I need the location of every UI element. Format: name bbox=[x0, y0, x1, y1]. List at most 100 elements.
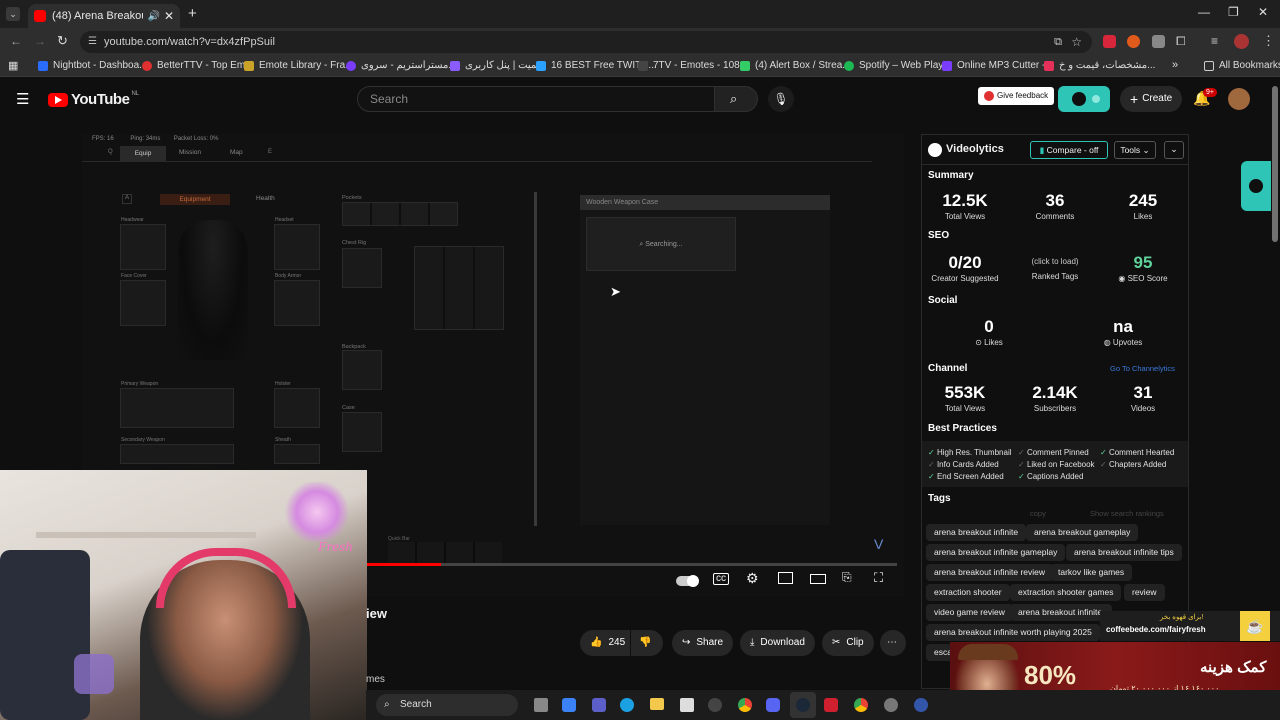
bookmark-item[interactable]: BetterTTV - Top Em... bbox=[142, 60, 254, 71]
account-avatar[interactable] bbox=[1228, 88, 1250, 110]
download-button[interactable]: ⤓ Download bbox=[740, 630, 815, 656]
fullscreen-icon[interactable]: ⛶ bbox=[874, 570, 883, 586]
extension-icon-1[interactable] bbox=[1103, 35, 1116, 48]
like-button[interactable]: 👍 245 bbox=[580, 630, 630, 656]
taskbar-search-label: Search bbox=[400, 699, 432, 710]
create-button[interactable]: + Create bbox=[1120, 86, 1183, 112]
voice-search-button[interactable]: 🎙 bbox=[768, 86, 794, 112]
tag-chip[interactable]: video game review bbox=[926, 604, 1013, 621]
settings-gear-icon[interactable]: ⚙ bbox=[746, 570, 759, 587]
case-label: Case bbox=[342, 405, 355, 411]
give-feedback-button[interactable]: Give feedback bbox=[978, 87, 1055, 105]
tag-chip[interactable]: arena breakout infinite gameplay bbox=[926, 544, 1066, 561]
clip-button[interactable]: ✂ Clip bbox=[822, 630, 874, 656]
videolytics-logo-icon bbox=[928, 143, 942, 157]
extension-icon-2[interactable] bbox=[1127, 35, 1140, 48]
search-button[interactable]: ⌕ bbox=[714, 86, 758, 112]
apps-grid-icon[interactable]: ▦ bbox=[8, 59, 18, 72]
file-explorer-icon[interactable] bbox=[650, 698, 664, 710]
page-scrollbar[interactable] bbox=[1272, 86, 1278, 242]
taskbar-app-icon[interactable] bbox=[562, 698, 576, 712]
dislike-button[interactable]: 👎 bbox=[631, 630, 663, 656]
miniplayer-icon[interactable] bbox=[778, 572, 793, 584]
taskbar-app-icon[interactable] bbox=[708, 698, 722, 712]
more-bookmarks-icon[interactable]: » bbox=[1172, 59, 1178, 71]
tag-chip[interactable]: arena breakout infinite tips bbox=[1066, 544, 1182, 561]
bookmark-item[interactable]: مشخصات، قیمت و خ... bbox=[1044, 60, 1155, 71]
taskbar-app-icon[interactable] bbox=[824, 698, 838, 712]
bookmark-star-icon[interactable]: ☆ bbox=[1071, 31, 1082, 53]
tab-search-icon[interactable]: ⌄ bbox=[6, 7, 20, 21]
show-search-rankings-button[interactable]: Show search rankings bbox=[1090, 509, 1164, 518]
theater-mode-icon[interactable] bbox=[810, 574, 826, 584]
bookmark-item[interactable]: Emote Library - Fra... bbox=[244, 60, 353, 71]
copy-tags-button[interactable]: copy bbox=[1030, 509, 1046, 518]
seo-ranked-tags[interactable]: (click to load) Ranked Tags bbox=[1012, 257, 1098, 281]
youtube-logo[interactable]: YouTube NL bbox=[48, 91, 139, 108]
extension-icon-3[interactable] bbox=[1152, 35, 1165, 48]
site-info-icon[interactable]: ☰ bbox=[88, 31, 97, 53]
tools-button[interactable]: Tools ⌄ bbox=[1114, 141, 1156, 159]
menu-hamburger-icon[interactable]: ☰ bbox=[16, 90, 29, 108]
bookmark-item[interactable]: 7TV - Emotes - 108... bbox=[638, 60, 748, 71]
bookmark-item[interactable]: (4) Alert Box / Strea... bbox=[740, 60, 851, 71]
bookmark-item[interactable]: مستراستریم - سروی... bbox=[346, 60, 457, 71]
tag-chip[interactable]: arena breakout infinite review bbox=[926, 564, 1054, 581]
searching-box: ⌕ Searching... bbox=[586, 217, 736, 271]
tag-chip[interactable]: extraction shooter bbox=[926, 584, 1010, 601]
clip-scissors-icon: ✂ bbox=[832, 637, 841, 648]
chrome-icon[interactable] bbox=[738, 698, 752, 712]
reload-icon[interactable]: ↻ bbox=[57, 33, 68, 49]
all-bookmarks[interactable]: All Bookmarks bbox=[1204, 60, 1280, 71]
bookmark-item[interactable]: ریمیت | پنل کاربری bbox=[450, 60, 544, 71]
store-icon[interactable] bbox=[680, 698, 694, 712]
taskbar-search[interactable]: ⌕ Search bbox=[376, 694, 518, 716]
steam-icon[interactable] bbox=[790, 692, 816, 718]
compare-button[interactable]: ▮ Compare - off bbox=[1030, 141, 1108, 159]
progress-bar[interactable] bbox=[367, 563, 897, 566]
browser-tab-active[interactable]: (48) Arena Breakout Infinite 🔊 ✕ bbox=[28, 4, 180, 28]
tag-chip[interactable]: arena breakout gameplay bbox=[1026, 524, 1139, 541]
discord-icon[interactable] bbox=[766, 698, 780, 712]
bookmark-item[interactable]: Online MP3 Cutter -... bbox=[942, 60, 1054, 71]
taskbar-app-icon[interactable] bbox=[592, 698, 606, 712]
browser-menu-icon[interactable]: ⋮ bbox=[1262, 33, 1275, 49]
tag-chip[interactable]: arena breakout infinite bbox=[926, 524, 1027, 541]
window-restore-icon[interactable]: ❐ bbox=[1228, 5, 1239, 19]
more-actions-button[interactable]: ⋯ bbox=[880, 630, 906, 656]
bookmark-item[interactable]: Nightbot - Dashboa... bbox=[38, 60, 148, 71]
go-to-channelytics-link[interactable]: Go To Channelytics bbox=[1110, 364, 1175, 373]
share-button[interactable]: ↪ Share bbox=[672, 630, 734, 656]
cast-icon[interactable]: ⎘ bbox=[842, 570, 852, 585]
taskbar-app-icon[interactable] bbox=[534, 698, 548, 712]
channel-watermark-icon[interactable]: V bbox=[874, 536, 883, 552]
bookmark-item[interactable]: Spotify – Web Player bbox=[844, 60, 952, 71]
reading-list-icon[interactable]: ≡ bbox=[1211, 34, 1218, 48]
extensions-puzzle-icon[interactable]: ⧠ bbox=[1176, 34, 1186, 49]
install-app-icon[interactable]: ⧉ bbox=[1054, 31, 1062, 53]
side-widget-button[interactable] bbox=[1241, 161, 1271, 211]
url-field[interactable]: ☰ youtube.com/watch?v=dx4zfPpSuil ⧉ ☆ bbox=[80, 31, 1092, 53]
new-tab-icon[interactable]: + bbox=[188, 5, 197, 22]
window-close-icon[interactable]: ✕ bbox=[1258, 5, 1268, 19]
tag-chip[interactable]: arena breakout infinite worth playing 20… bbox=[926, 624, 1100, 641]
tab-close-icon[interactable]: ✕ bbox=[164, 9, 174, 23]
collapse-panel-button[interactable]: ⌄ bbox=[1164, 141, 1184, 159]
tag-chip[interactable]: tarkov like games bbox=[1050, 564, 1133, 581]
autoplay-toggle[interactable] bbox=[676, 575, 699, 587]
tag-chip[interactable]: extraction shooter games bbox=[1010, 584, 1122, 601]
tab-audio-icon[interactable]: 🔊 bbox=[147, 11, 159, 22]
forward-icon[interactable]: → bbox=[34, 34, 46, 48]
chrome-icon[interactable] bbox=[854, 698, 868, 712]
tag-chip[interactable]: arena breakout infinite bbox=[1010, 604, 1112, 621]
taskbar-app-icon[interactable] bbox=[884, 698, 898, 712]
tag-chip[interactable]: review bbox=[1124, 584, 1165, 601]
taskbar-app-icon[interactable] bbox=[914, 698, 928, 712]
captions-icon[interactable]: cc bbox=[713, 573, 729, 585]
videolytics-toggle-button[interactable] bbox=[1058, 86, 1110, 112]
search-input[interactable]: Search bbox=[357, 86, 715, 112]
back-icon[interactable]: ← bbox=[10, 34, 22, 48]
window-minimize-icon[interactable]: — bbox=[1198, 5, 1210, 19]
edge-icon[interactable] bbox=[620, 698, 634, 712]
profile-avatar-icon[interactable] bbox=[1234, 34, 1249, 49]
